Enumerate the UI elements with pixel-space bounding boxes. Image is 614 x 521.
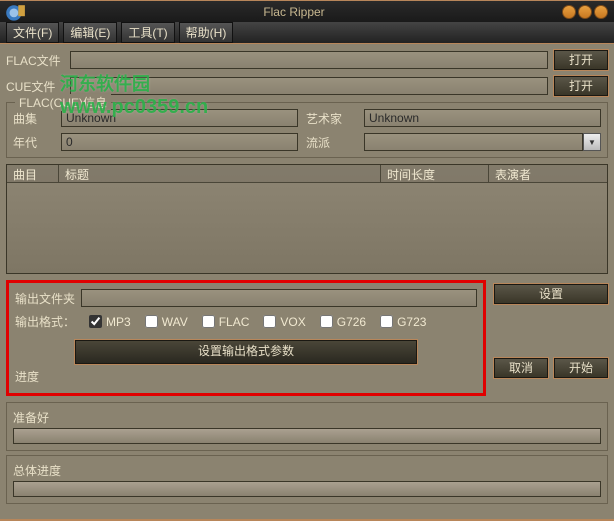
window-title: Flac Ripper [26,5,562,19]
prepare-section: 准备好 [6,402,608,451]
app-icon [4,3,26,21]
col-title[interactable]: 标题 [59,165,381,182]
flac-file-label: FLAC文件 [6,52,64,69]
col-track[interactable]: 曲目 [7,165,59,182]
set-folder-button[interactable]: 设置 [494,284,608,304]
year-label: 年代 [13,134,53,151]
artist-input[interactable]: Unknown [364,109,601,127]
album-label: 曲集 [13,110,53,127]
output-params-button[interactable]: 设置输出格式参数 [75,340,417,364]
prepare-label: 准备好 [13,409,601,426]
progress-label: 进度 [15,368,477,385]
menu-tools[interactable]: 工具(T) [121,22,174,43]
genre-select[interactable] [364,133,583,151]
output-format-label: 输出格式： [15,313,75,330]
info-fieldset: FLAC(CUE)信息 曲集 Unknown 艺术家 Unknown 年代 0 … [6,102,608,158]
open-cue-button[interactable]: 打开 [554,76,608,96]
total-progress [13,481,601,497]
menu-bar: 文件(F) 编辑(E) 工具(T) 帮助(H) [0,22,614,44]
cue-file-input[interactable] [70,77,548,95]
artist-label: 艺术家 [306,110,356,127]
prepare-progress [13,428,601,444]
menu-file[interactable]: 文件(F) [6,22,59,43]
output-highlight-box: 输出文件夹 输出格式： MP3 WAV FLAC VOX G726 G723 设… [6,280,486,396]
fmt-g726-check[interactable]: G726 [320,315,366,329]
chevron-down-icon[interactable]: ▼ [583,133,601,151]
maximize-button[interactable] [578,5,592,19]
fmt-g723-check[interactable]: G723 [380,315,426,329]
output-folder-input[interactable] [81,289,477,307]
flac-file-input[interactable] [70,51,548,69]
title-bar: Flac Ripper [0,0,614,22]
track-table: 曲目 标题 时间长度 表演者 [6,164,608,274]
fmt-mp3-check[interactable]: MP3 [89,315,131,329]
col-duration[interactable]: 时间长度 [381,165,489,182]
fmt-flac-check[interactable]: FLAC [202,315,250,329]
total-section: 总体进度 [6,455,608,504]
cue-file-label: CUE文件 [6,78,64,95]
menu-edit[interactable]: 编辑(E) [63,22,117,43]
fmt-vox-check[interactable]: VOX [263,315,305,329]
col-performer[interactable]: 表演者 [489,165,607,182]
total-label: 总体进度 [13,462,601,479]
info-legend: FLAC(CUE)信息 [15,94,111,111]
open-flac-button[interactable]: 打开 [554,50,608,70]
cancel-button[interactable]: 取消 [494,358,548,378]
start-button[interactable]: 开始 [554,358,608,378]
genre-label: 流派 [306,134,356,151]
minimize-button[interactable] [562,5,576,19]
close-button[interactable] [594,5,608,19]
fmt-wav-check[interactable]: WAV [145,315,188,329]
year-input[interactable]: 0 [61,133,298,151]
menu-help[interactable]: 帮助(H) [179,22,234,43]
album-input[interactable]: Unknown [61,109,298,127]
output-folder-label: 输出文件夹 [15,290,75,307]
